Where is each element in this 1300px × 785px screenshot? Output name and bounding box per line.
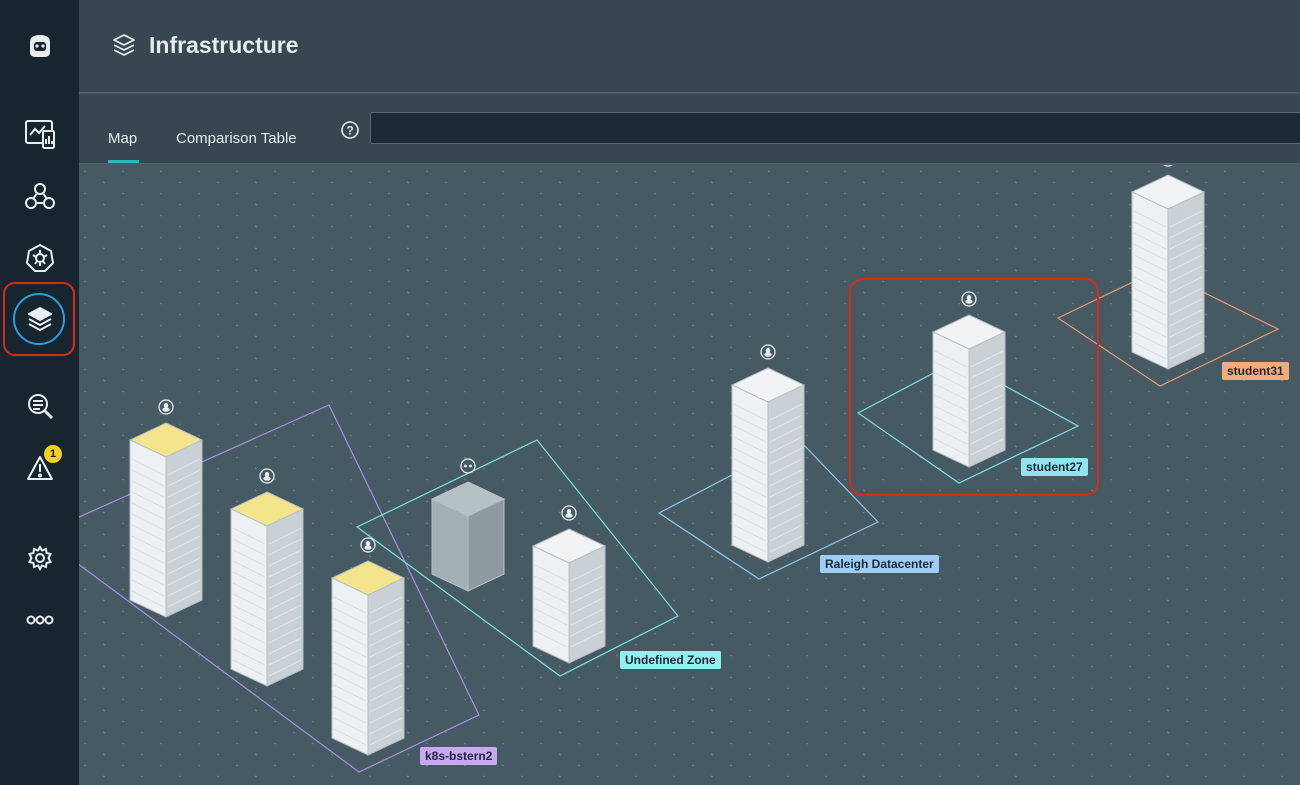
zone-label-undefined-zone[interactable]: Undefined Zone xyxy=(620,651,721,669)
svg-text:?: ? xyxy=(346,124,353,138)
tab-bar: Map Comparison Table ? xyxy=(79,94,1300,164)
infrastructure-title-icon xyxy=(113,34,135,56)
host-student31[interactable] xyxy=(1130,165,1206,370)
zone-label-raleigh-datacenter[interactable]: Raleigh Datacenter xyxy=(820,555,939,573)
page-title: Infrastructure xyxy=(149,32,299,58)
sidebar: 1 xyxy=(0,0,79,785)
infrastructure-icon[interactable] xyxy=(14,293,66,345)
active-tab-indicator xyxy=(108,160,139,163)
zone-label-k8s-bstern2[interactable]: k8s-bstern2 xyxy=(420,747,498,765)
help-icon[interactable]: ? xyxy=(340,120,360,140)
analytics-search-icon[interactable] xyxy=(14,380,66,432)
tab-comparison-table[interactable]: Comparison Table xyxy=(176,130,297,147)
alert-count-badge: 1 xyxy=(44,445,62,463)
websites-dashboard-icon[interactable] xyxy=(14,108,66,160)
page-header: Infrastructure xyxy=(79,0,1300,93)
infrastructure-map[interactable]: k8s-bstern2 Undefined Zone Raleigh Datac… xyxy=(79,165,1300,785)
tab-map[interactable]: Map xyxy=(108,130,137,147)
zone-label-student27[interactable]: student27 xyxy=(1021,458,1088,476)
settings-gear-icon[interactable] xyxy=(14,532,66,584)
more-icon[interactable] xyxy=(14,594,66,646)
logo-icon[interactable] xyxy=(14,20,66,72)
applications-icon[interactable] xyxy=(14,170,66,222)
kubernetes-icon[interactable] xyxy=(14,232,66,284)
zone-label-student31[interactable]: student31 xyxy=(1222,362,1289,380)
dynamic-focus-filter-input[interactable] xyxy=(370,112,1300,144)
map-canvas xyxy=(79,165,1300,785)
